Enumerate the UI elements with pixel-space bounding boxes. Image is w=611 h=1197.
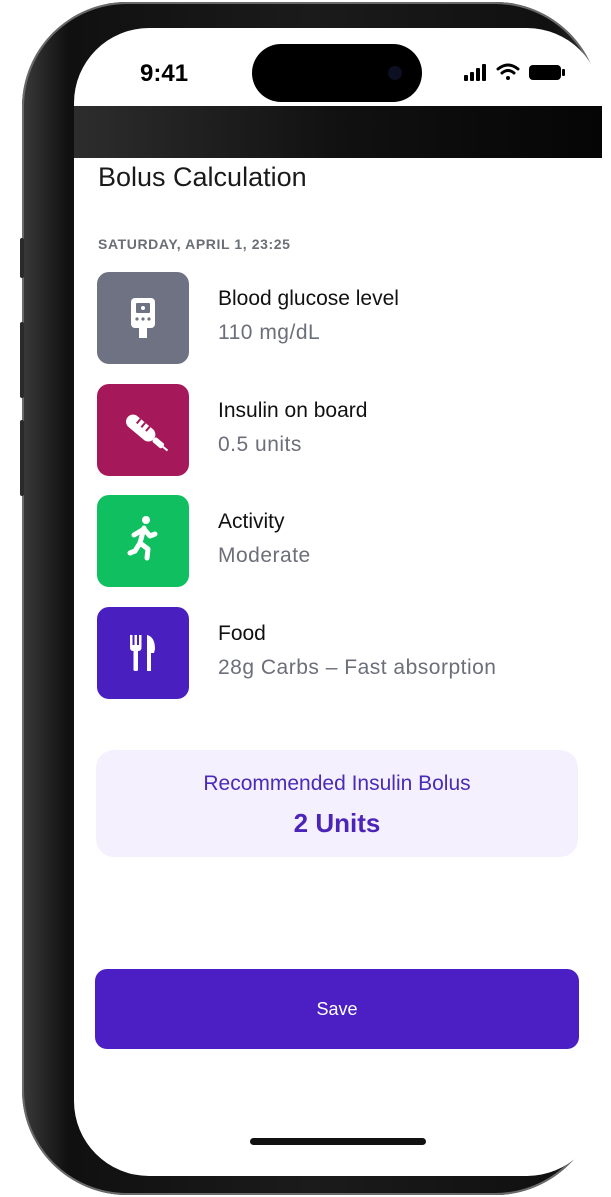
date-header: SATURDAY, APRIL 1, 23:25 xyxy=(98,236,291,252)
wifi-icon xyxy=(496,63,520,80)
list-item-insulin-on-board[interactable]: Insulin on board 0.5 units xyxy=(97,384,577,476)
food-value: 28g Carbs – Fast absorption xyxy=(218,656,497,679)
syringe-icon xyxy=(126,414,169,452)
dynamic-island xyxy=(252,44,422,102)
screen: 9:41 Bolus Calculation SATURDAY, APRIL 1… xyxy=(74,28,602,1176)
fork-knife-icon xyxy=(130,635,155,671)
blood-glucose-tile xyxy=(97,272,189,364)
glucometer-icon xyxy=(131,298,155,338)
page-title: Bolus Calculation xyxy=(98,162,307,192)
save-button[interactable]: Save xyxy=(95,969,579,1049)
volume-up-button xyxy=(20,322,24,398)
list-item-blood-glucose[interactable]: Blood glucose level 110 mg/dL xyxy=(97,272,577,364)
signal-icon xyxy=(464,64,486,81)
food-label: Food xyxy=(218,622,266,645)
front-camera xyxy=(388,66,402,80)
volume-down-button xyxy=(20,420,24,496)
insulin-on-board-value: 0.5 units xyxy=(218,433,302,456)
blood-glucose-label: Blood glucose level xyxy=(218,287,399,310)
insulin-tile xyxy=(97,384,189,476)
blood-glucose-value: 110 mg/dL xyxy=(218,321,321,344)
recommendation-value: 2 Units xyxy=(293,808,381,838)
status-icons xyxy=(462,60,572,86)
food-tile xyxy=(97,607,189,699)
action-button xyxy=(20,238,24,278)
recommendation-card: Recommended Insulin Bolus 2 Units xyxy=(96,750,578,857)
recommendation-title: Recommended Insulin Bolus xyxy=(203,772,471,795)
activity-value: Moderate xyxy=(218,544,311,567)
status-bar: 9:41 xyxy=(74,28,602,108)
status-time: 9:41 xyxy=(140,60,189,87)
header-bar xyxy=(74,106,602,158)
running-icon xyxy=(127,516,158,561)
activity-tile xyxy=(97,495,189,587)
home-indicator[interactable] xyxy=(250,1138,426,1145)
list-item-activity[interactable]: Activity Moderate xyxy=(97,495,577,587)
list-item-food[interactable]: Food 28g Carbs – Fast absorption xyxy=(97,607,577,699)
phone-frame: 9:41 Bolus Calculation SATURDAY, APRIL 1… xyxy=(20,2,602,1195)
insulin-on-board-label: Insulin on board xyxy=(218,399,368,422)
activity-label: Activity xyxy=(218,510,285,533)
battery-icon xyxy=(529,65,565,80)
